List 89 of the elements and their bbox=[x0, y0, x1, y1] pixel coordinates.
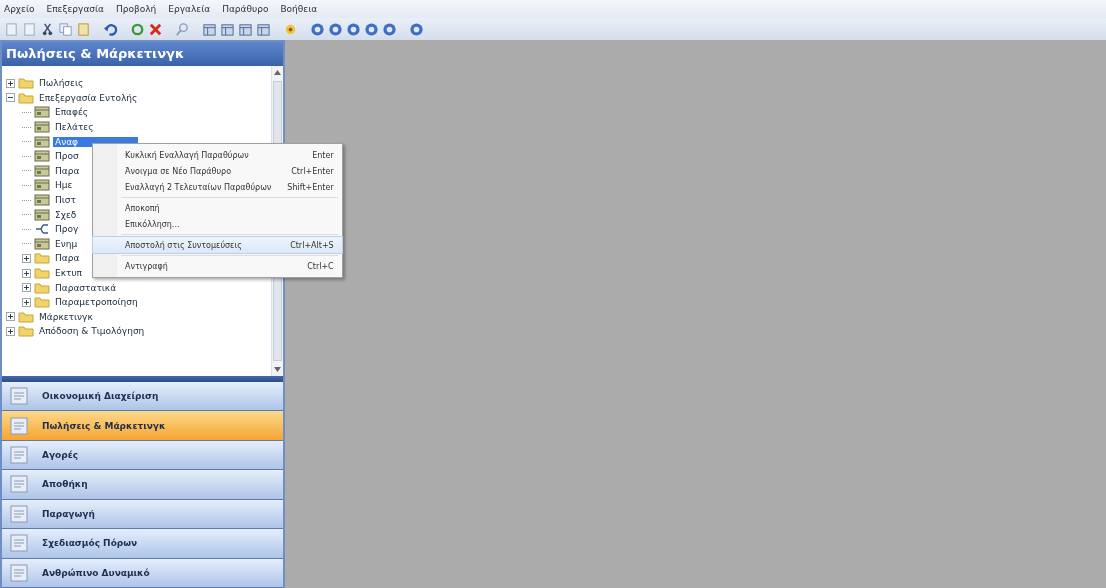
toolbar-circle-icon[interactable] bbox=[328, 21, 343, 37]
toolbar-circle-icon[interactable] bbox=[310, 21, 325, 37]
expander-icon[interactable] bbox=[22, 253, 31, 263]
tree-item[interactable]: Παρα bbox=[53, 165, 82, 176]
module-button[interactable]: Οικονομική Διαχείριση bbox=[2, 381, 283, 412]
toolbar-search-icon[interactable] bbox=[175, 21, 190, 37]
expander-icon[interactable] bbox=[6, 326, 15, 336]
tree-item[interactable]: Παραμετροποίηση bbox=[53, 297, 140, 308]
module-button[interactable]: Πωλήσεις & Μάρκετινγκ bbox=[2, 411, 283, 441]
toolbar-circle-icon[interactable] bbox=[409, 21, 424, 37]
tree-item[interactable]: Εκτυπ bbox=[53, 268, 85, 278]
folder-icon bbox=[18, 325, 34, 338]
menu-item[interactable]: Επεξεργασία bbox=[46, 4, 104, 14]
panel-title: Πωλήσεις & Μάρκετινγκ bbox=[2, 42, 283, 66]
menu-item[interactable]: Προβολή bbox=[116, 4, 157, 14]
toolbar-undo-icon[interactable] bbox=[103, 21, 118, 37]
context-menu-item[interactable]: Αποστολή στις Συντομεύσεις Ctrl+Alt+S bbox=[93, 237, 342, 253]
tree-item[interactable]: Προγ bbox=[53, 224, 81, 235]
toolbar-circle-icon[interactable] bbox=[382, 21, 397, 37]
toolbar-refresh-icon[interactable] bbox=[130, 21, 145, 37]
module-button[interactable]: Αγορές bbox=[2, 440, 283, 471]
expander-icon[interactable] bbox=[22, 297, 31, 307]
form-icon bbox=[34, 208, 50, 221]
menu-item[interactable]: Παράθυρο bbox=[222, 4, 269, 14]
toolbar-form-icon[interactable] bbox=[220, 21, 235, 37]
context-menu-item[interactable]: Αποκοπή bbox=[93, 200, 342, 216]
tree-item[interactable]: Παρα bbox=[53, 253, 82, 264]
tree-item[interactable]: Απόδοση & Τιμολόγηση bbox=[37, 326, 147, 337]
context-menu-item[interactable]: Εναλλαγή 2 Τελευταίων Παραθύρων Shift+Enter bbox=[93, 179, 342, 195]
tree-item[interactable]: Παραστατικά bbox=[53, 282, 119, 293]
form-icon bbox=[34, 106, 50, 119]
menu-item[interactable]: Αρχείο bbox=[4, 4, 35, 14]
context-menu-item[interactable]: Κυκλική Εναλλαγή Παραθύρων Enter bbox=[93, 147, 342, 163]
form-icon bbox=[34, 237, 50, 250]
module-icon bbox=[10, 416, 28, 435]
toolbar-form-icon[interactable] bbox=[256, 21, 271, 37]
tree-item[interactable]: Επαφές bbox=[53, 107, 91, 118]
module-button[interactable]: Σχεδιασμός Πόρων bbox=[2, 529, 283, 559]
form-icon bbox=[34, 150, 50, 163]
expander-icon[interactable] bbox=[6, 93, 15, 103]
tree-item[interactable]: Ενημ bbox=[53, 238, 80, 249]
expander-icon[interactable] bbox=[22, 268, 31, 278]
scroll-up-icon[interactable] bbox=[274, 70, 281, 75]
folder-icon bbox=[34, 252, 50, 265]
folder-icon bbox=[34, 296, 50, 309]
tree-item[interactable]: Πελάτες bbox=[53, 122, 96, 133]
module-icon bbox=[10, 534, 28, 553]
folder-icon bbox=[34, 267, 50, 279]
module-button[interactable]: Παραγωγή bbox=[2, 499, 283, 530]
form-icon bbox=[34, 135, 50, 148]
module-icon bbox=[10, 446, 28, 464]
module-icon bbox=[10, 563, 28, 582]
module-icon bbox=[10, 387, 28, 406]
tree-item[interactable]: Επεξεργασία Εντολής bbox=[37, 92, 140, 103]
splitter-handle[interactable] bbox=[2, 376, 283, 382]
menu-item[interactable]: Βοήθεια bbox=[280, 4, 318, 14]
expander-icon[interactable] bbox=[6, 78, 15, 88]
folder-icon bbox=[18, 77, 34, 90]
tree-item[interactable]: Πωλήσεις bbox=[37, 78, 86, 89]
module-icon bbox=[10, 475, 28, 494]
tree-item[interactable]: Σχεδ bbox=[53, 209, 79, 220]
context-menu-item[interactable]: Αντιγραφή Ctrl+C bbox=[93, 258, 342, 274]
form-icon bbox=[34, 194, 50, 207]
process-icon bbox=[34, 223, 50, 236]
module-icon bbox=[10, 504, 28, 523]
module-button[interactable]: Αποθήκη bbox=[2, 470, 283, 500]
form-icon bbox=[34, 179, 50, 192]
folder-icon bbox=[34, 281, 50, 294]
tree-item[interactable]: Προσ bbox=[53, 151, 81, 162]
toolbar-form-icon[interactable] bbox=[202, 21, 217, 37]
tree-item[interactable]: Μάρκετινγκ bbox=[37, 311, 95, 322]
expander-icon[interactable] bbox=[22, 283, 31, 293]
scroll-down-icon[interactable] bbox=[274, 367, 281, 372]
expander-icon[interactable] bbox=[6, 312, 15, 322]
form-icon bbox=[34, 121, 50, 134]
toolbar-circle-icon[interactable] bbox=[346, 21, 361, 37]
module-button[interactable]: Ανθρώπινο Δυναμικό bbox=[2, 558, 283, 588]
menu-item[interactable]: Εργαλεία bbox=[168, 4, 211, 14]
context-menu-item[interactable]: Άνοιγμα σε Νέο Παράθυρο Ctrl+Enter bbox=[93, 163, 342, 179]
tree-item[interactable]: Ημε bbox=[53, 180, 75, 191]
folder-icon bbox=[18, 91, 34, 104]
toolbar-circle-icon[interactable] bbox=[364, 21, 379, 37]
toolbar-form-icon[interactable] bbox=[238, 21, 253, 37]
tree-item[interactable]: Πιστ bbox=[53, 195, 78, 206]
context-menu-item[interactable]: Επικόλληση... bbox=[93, 216, 342, 232]
toolbar-delete-icon[interactable] bbox=[148, 21, 163, 37]
toolbar-scissors-icon[interactable] bbox=[40, 21, 55, 37]
folder-icon bbox=[18, 310, 34, 323]
form-icon bbox=[34, 164, 50, 177]
